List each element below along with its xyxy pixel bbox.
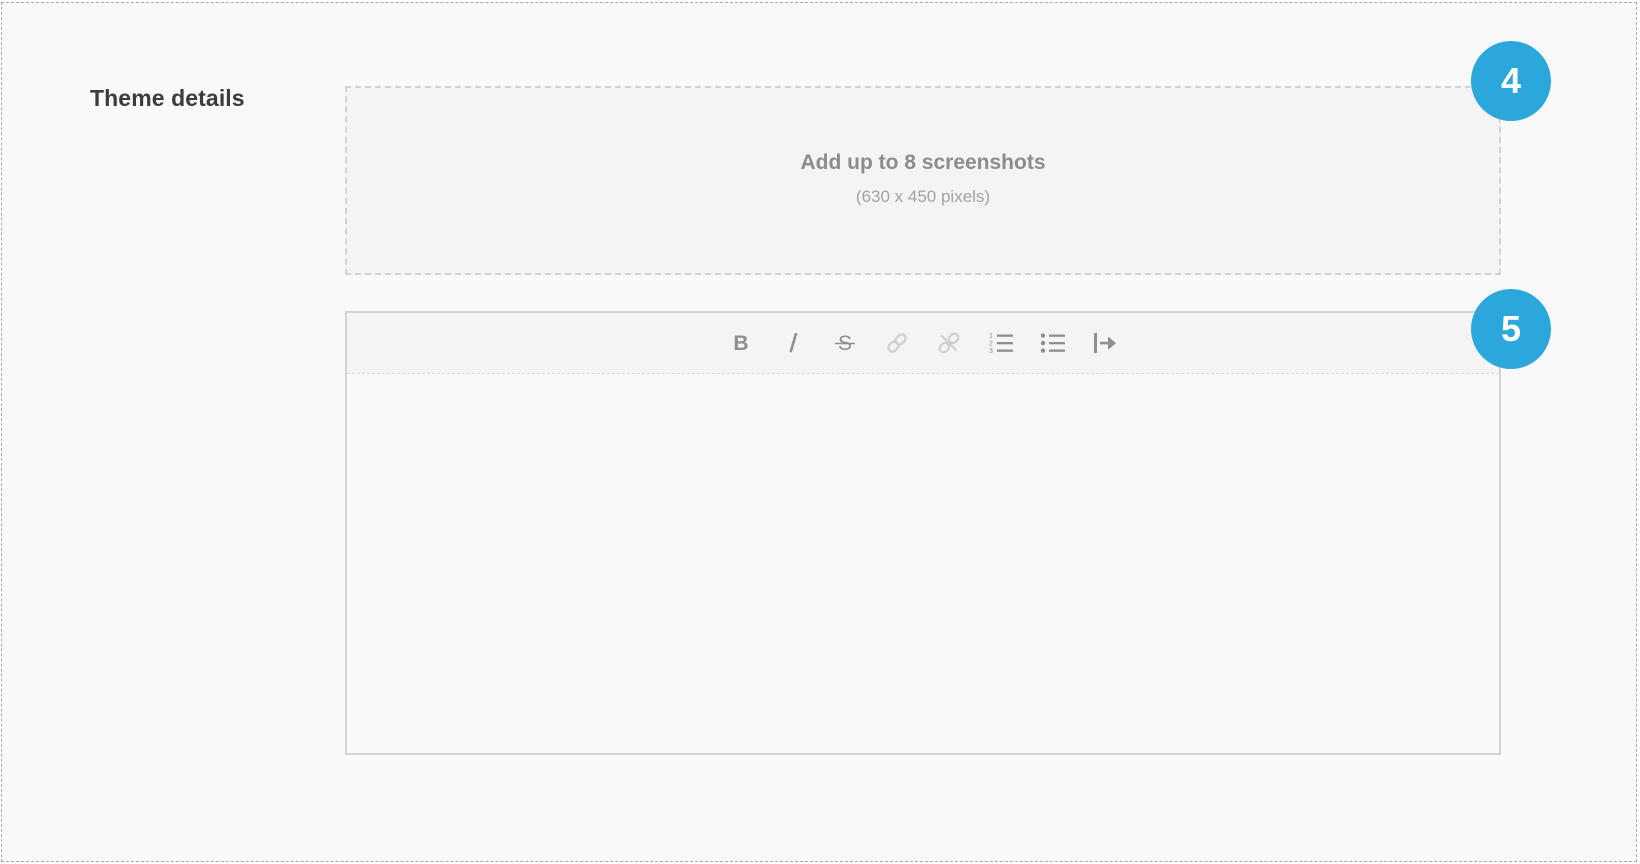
svg-text:B: B	[733, 332, 748, 354]
bold-button[interactable]: B	[724, 326, 758, 360]
link-icon	[887, 333, 907, 353]
strikethrough-icon: S	[835, 332, 855, 354]
dropzone-title: Add up to 8 screenshots	[800, 151, 1046, 174]
step-badge-5: 5	[1471, 289, 1551, 369]
rich-text-editor: B S 1 2 3	[345, 311, 1501, 755]
bullet-list-icon	[1040, 333, 1065, 353]
bold-icon: B	[733, 332, 748, 354]
screenshot-dropzone[interactable]: Add up to 8 screenshots (630 x 450 pixel…	[345, 86, 1501, 275]
svg-text:2: 2	[989, 341, 993, 348]
unlink-button[interactable]	[932, 326, 966, 360]
link-button[interactable]	[880, 326, 914, 360]
section-title: Theme details	[90, 85, 245, 111]
page-frame: Theme details Add up to 8 screenshots (6…	[1, 2, 1637, 862]
unlink-icon	[938, 332, 960, 354]
indent-icon	[1094, 333, 1116, 353]
editor-text-area[interactable]	[347, 374, 1499, 752]
svg-text:1: 1	[989, 333, 993, 340]
indent-button[interactable]	[1088, 326, 1122, 360]
italic-button[interactable]	[776, 326, 810, 360]
dropzone-subtitle: (630 x 450 pixels)	[855, 187, 991, 206]
ordered-list-button[interactable]: 1 2 3	[984, 326, 1018, 360]
bullet-list-button[interactable]	[1036, 326, 1070, 360]
svg-text:3: 3	[989, 348, 993, 355]
step-badge-4: 4	[1471, 41, 1551, 121]
ordered-list-icon: 1 2 3	[989, 333, 1013, 355]
strikethrough-button[interactable]: S	[828, 326, 862, 360]
editor-toolbar: B S 1 2 3	[347, 313, 1499, 374]
italic-icon	[789, 333, 798, 353]
